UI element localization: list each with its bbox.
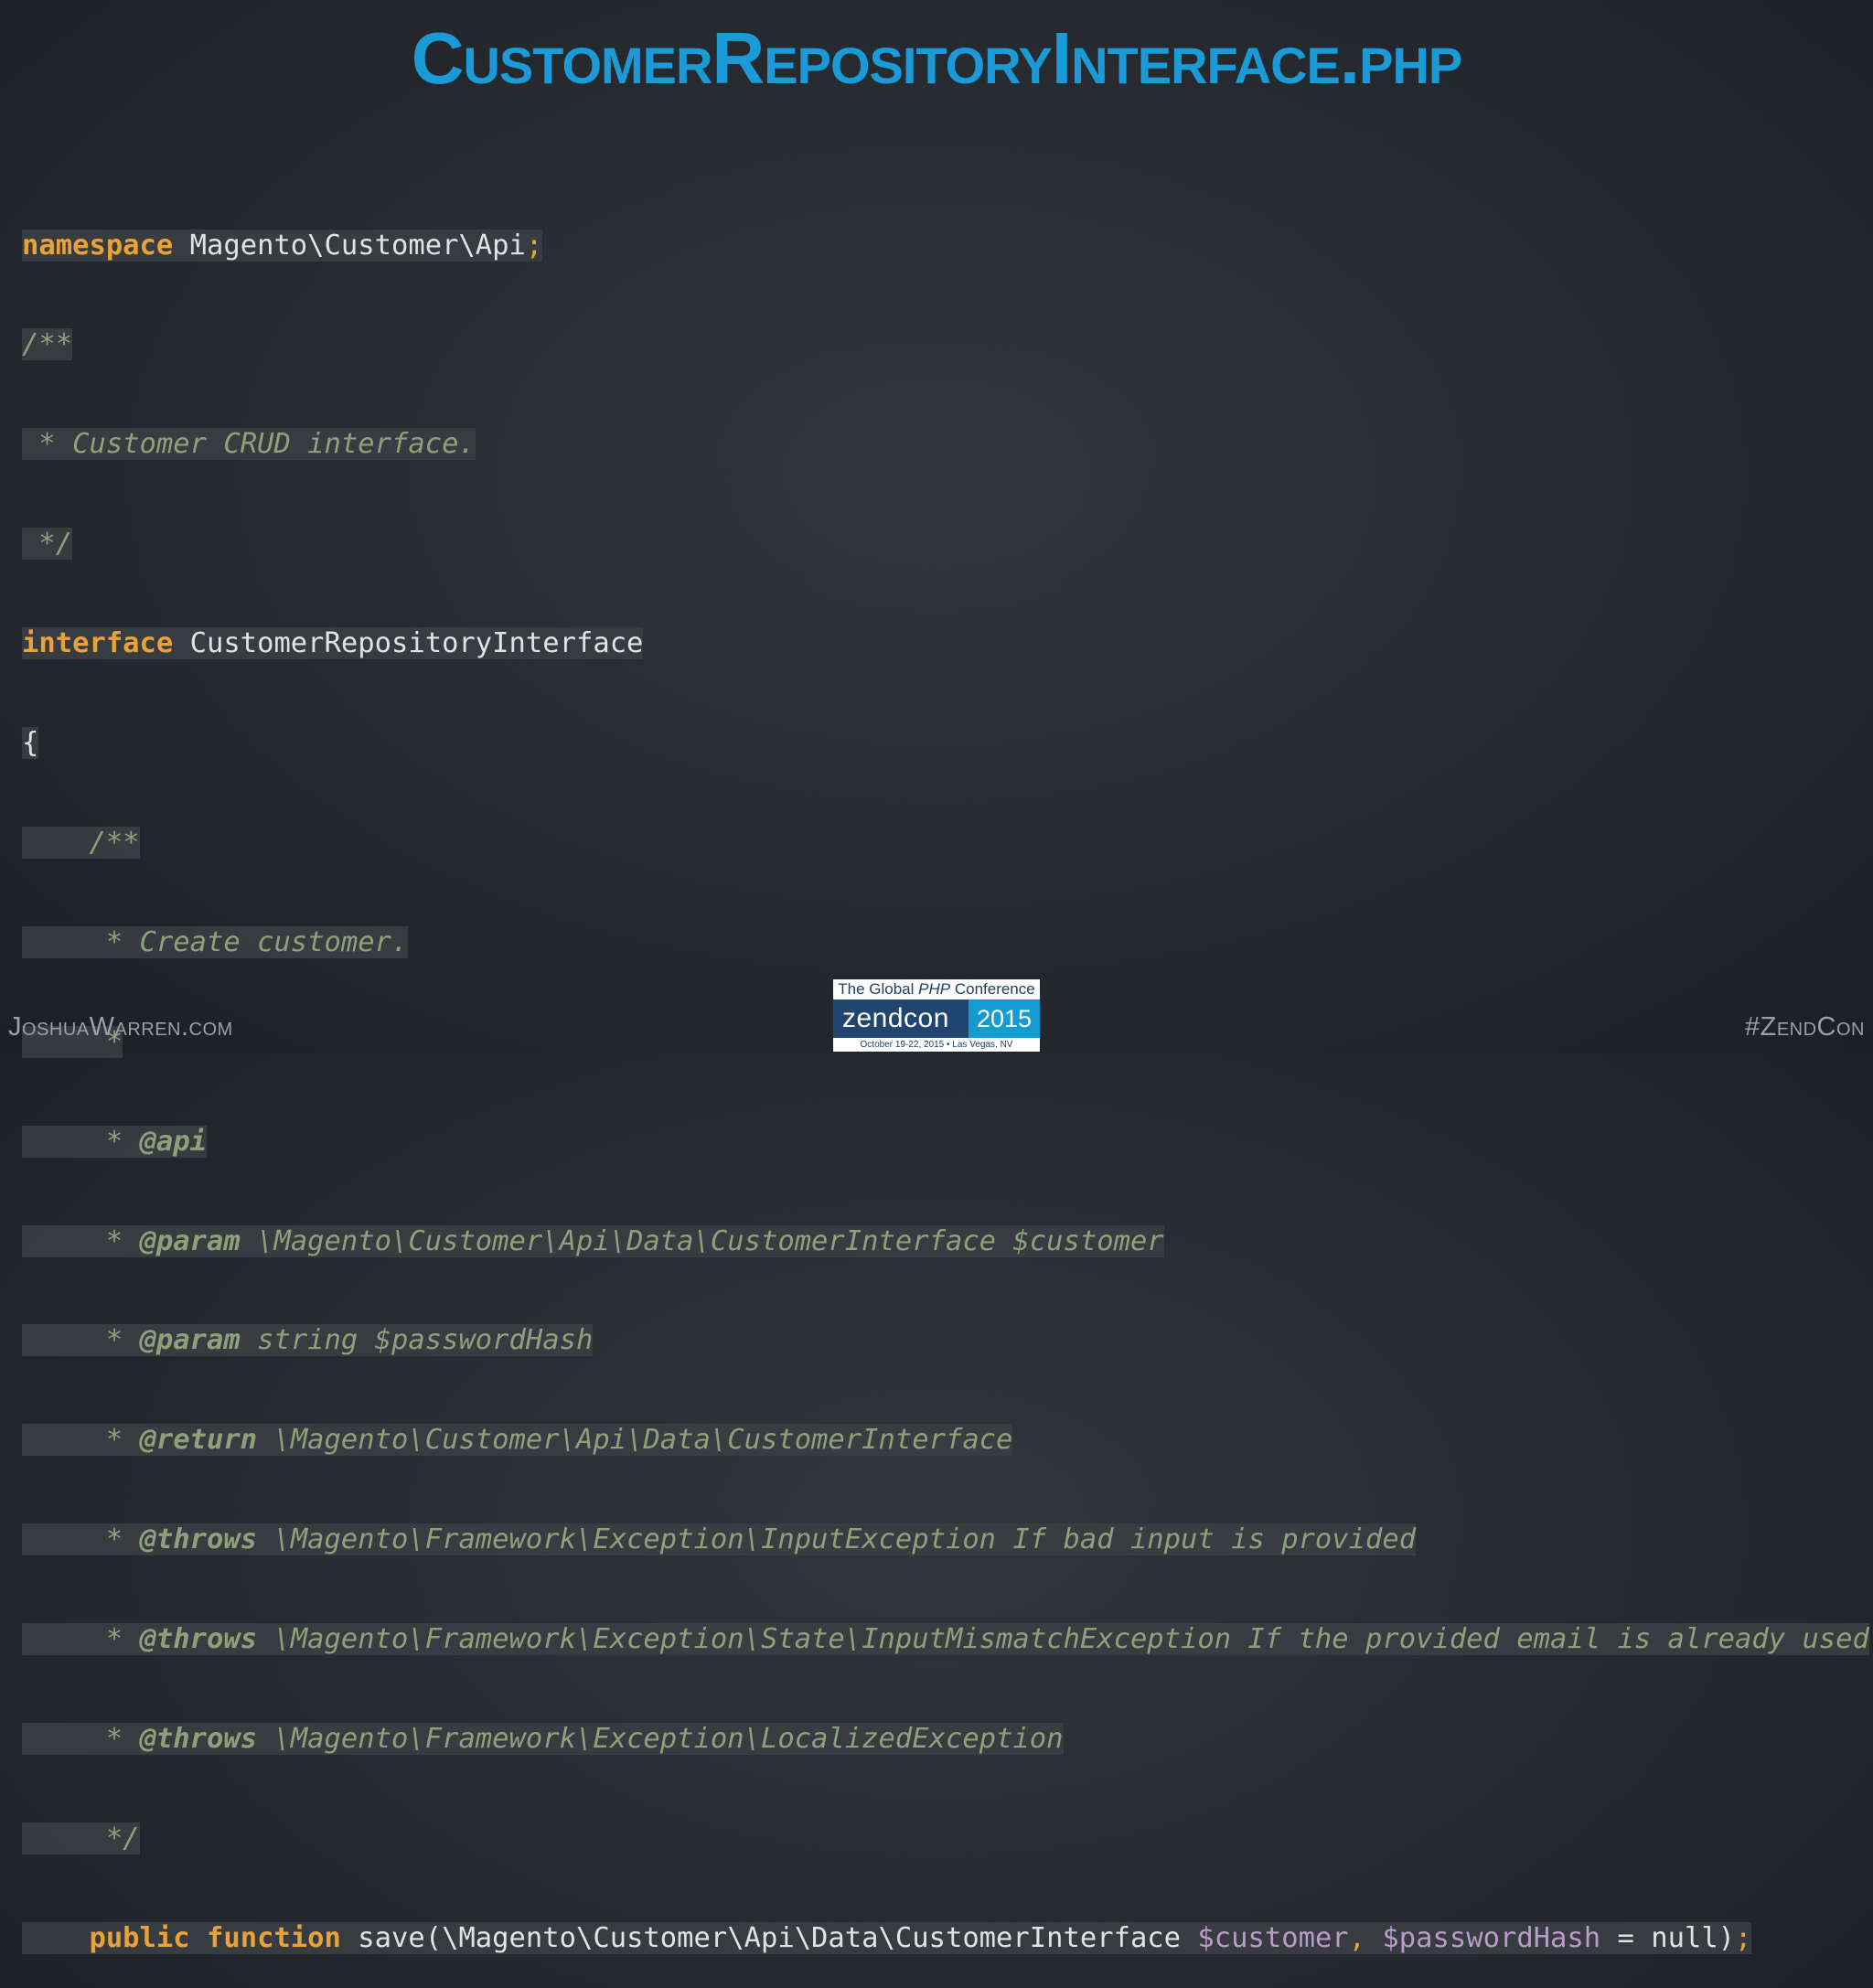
zendcon-logo: The Global PHP Conference zendcon 2015 O… bbox=[833, 979, 1040, 1052]
code-line-api-tag: * @api bbox=[22, 1125, 1869, 1159]
class-description-comment: * Customer CRUD interface. bbox=[22, 428, 476, 461]
method-docblock-open: /** bbox=[22, 826, 140, 859]
docblock-open: /** bbox=[22, 328, 73, 361]
comment-star: * bbox=[22, 1324, 140, 1357]
comment-star: * bbox=[22, 1523, 140, 1556]
code-line-method-description: * Create customer. bbox=[22, 925, 1869, 959]
method-docblock-close: */ bbox=[22, 1822, 140, 1854]
conference-band: zendcon 2015 bbox=[833, 999, 1040, 1038]
footer-website: JoshuaWarren.com bbox=[8, 1012, 233, 1042]
return-text: \Magento\Customer\Api\Data\CustomerInter… bbox=[257, 1424, 1013, 1457]
method-default-value: = null) bbox=[1600, 1921, 1736, 1954]
code-block: namespace Magento\Customer\Api; /** * Cu… bbox=[22, 163, 1869, 1988]
comment-star: * bbox=[22, 1224, 140, 1257]
code-line-method-docblock-open: /** bbox=[22, 826, 1869, 860]
customer-variable: $customer bbox=[1197, 1921, 1349, 1954]
code-line-open-brace: { bbox=[22, 727, 1869, 760]
api-tag: @api bbox=[139, 1125, 207, 1158]
method-description-comment: * Create customer. bbox=[22, 925, 409, 958]
code-line-throws-input: * @throws \Magento\Framework\Exception\I… bbox=[22, 1523, 1869, 1556]
conference-name: zendcon bbox=[842, 1003, 949, 1033]
interface-keyword: interface bbox=[22, 627, 174, 660]
method-semicolon: ; bbox=[1735, 1921, 1752, 1954]
comment-star: * bbox=[22, 1125, 140, 1158]
namespace-name: Magento\Customer\Api bbox=[173, 229, 526, 262]
param-tag: @param bbox=[139, 1224, 241, 1257]
code-line-method-docblock-close: */ bbox=[22, 1822, 1869, 1855]
code-line-param-customer: * @param \Magento\Customer\Api\Data\Cust… bbox=[22, 1224, 1869, 1258]
param-customer-text: \Magento\Customer\Api\Data\CustomerInter… bbox=[240, 1224, 1164, 1257]
throws-tag: @throws bbox=[139, 1722, 258, 1755]
throws-mismatch-text: \Magento\Framework\Exception\State\Input… bbox=[257, 1623, 1869, 1656]
footer-hashtag: #ZendCon bbox=[1744, 1012, 1865, 1042]
tagline-suffix: Conference bbox=[950, 980, 1035, 998]
argument-comma: , bbox=[1348, 1921, 1366, 1954]
code-line-namespace: namespace Magento\Customer\Api; bbox=[22, 229, 1869, 262]
tagline-php: PHP bbox=[918, 980, 951, 998]
conference-tagline: The Global PHP Conference bbox=[833, 979, 1040, 999]
tagline-prefix: The Global bbox=[838, 980, 919, 998]
code-line-interface: interface CustomerRepositoryInterface bbox=[22, 627, 1869, 660]
conference-year: 2015 bbox=[969, 999, 1040, 1038]
param-password-text: string $passwordHash bbox=[240, 1324, 594, 1357]
code-line-docblock-close: */ bbox=[22, 528, 1869, 561]
code-line-return: * @return \Magento\Customer\Api\Data\Cus… bbox=[22, 1424, 1869, 1457]
comment-star: * bbox=[22, 1424, 140, 1457]
method-indent bbox=[22, 1922, 89, 1954]
slide-title: CustomerRepositoryInterface.php bbox=[411, 17, 1463, 99]
throws-tag: @throws bbox=[139, 1523, 258, 1556]
namespace-keyword: namespace bbox=[22, 229, 174, 262]
code-line-method-signature: public function save(\Magento\Customer\A… bbox=[22, 1921, 1869, 1955]
throws-tag: @throws bbox=[139, 1623, 258, 1656]
interface-name: CustomerRepositoryInterface bbox=[173, 627, 644, 660]
throws-input-text: \Magento\Framework\Exception\InputExcept… bbox=[257, 1523, 1417, 1556]
argument-space bbox=[1365, 1922, 1382, 1954]
public-function-keywords: public function bbox=[89, 1921, 341, 1954]
namespace-semicolon: ; bbox=[525, 229, 543, 262]
code-line-throws-mismatch: * @throws \Magento\Framework\Exception\S… bbox=[22, 1623, 1869, 1656]
conference-dates: October 19-22, 2015 • Las Vegas, NV bbox=[860, 1040, 1013, 1050]
docblock-close: */ bbox=[22, 528, 73, 561]
comment-star: * bbox=[22, 1623, 140, 1656]
code-line-param-password: * @param string $passwordHash bbox=[22, 1324, 1869, 1357]
method-signature: save(\Magento\Customer\Api\Data\Customer… bbox=[340, 1921, 1198, 1954]
code-line-class-description: * Customer CRUD interface. bbox=[22, 428, 1869, 461]
code-line-docblock-open: /** bbox=[22, 328, 1869, 361]
open-brace: { bbox=[22, 727, 39, 760]
return-tag: @return bbox=[139, 1424, 258, 1457]
param-tag: @param bbox=[139, 1324, 241, 1357]
password-hash-variable: $passwordHash bbox=[1382, 1921, 1601, 1954]
comment-star: * bbox=[22, 1722, 140, 1755]
throws-localized-text: \Magento\Framework\Exception\LocalizedEx… bbox=[257, 1722, 1064, 1755]
code-line-throws-localized: * @throws \Magento\Framework\Exception\L… bbox=[22, 1722, 1869, 1756]
